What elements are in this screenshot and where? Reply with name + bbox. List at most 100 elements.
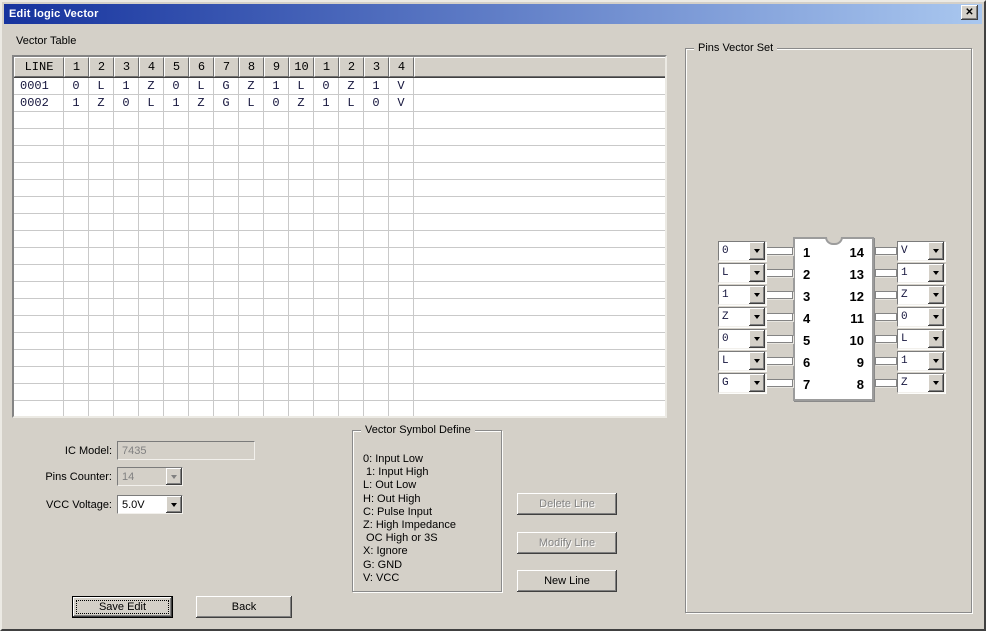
pin-2-dropdown-button[interactable] xyxy=(749,264,765,282)
pin-6-dropdown-button[interactable] xyxy=(749,352,765,370)
chevron-down-icon xyxy=(171,474,177,479)
pin-2-vector-combobox[interactable]: L xyxy=(718,263,766,283)
vector-value-cell xyxy=(264,316,289,332)
vcc-voltage-combobox[interactable]: 5.0V xyxy=(117,495,183,514)
vector-value-cell: L xyxy=(89,78,114,94)
table-row[interactable]: 0002 1 Z 0 L 1 Z G L 0 Z 1 L 0 V xyxy=(14,95,665,112)
pin-13-dropdown-button[interactable] xyxy=(928,264,944,282)
pin-1-vector-combobox[interactable]: 0 xyxy=(718,241,766,261)
save-edit-button[interactable]: Save Edit xyxy=(72,596,173,618)
pin-7-dropdown-button[interactable] xyxy=(749,374,765,392)
pin-4-vector-combobox[interactable]: Z xyxy=(718,307,766,327)
vector-value-cell xyxy=(189,197,214,213)
vector-value-cell xyxy=(189,316,214,332)
line-number-cell xyxy=(14,299,64,315)
pin-14-dropdown-button[interactable] xyxy=(928,242,944,260)
pin-9-dropdown-button[interactable] xyxy=(928,352,944,370)
vector-value-cell: V xyxy=(389,95,414,111)
vector-value-cell xyxy=(314,129,339,145)
pin-number-left: 6 xyxy=(803,355,811,370)
pin-12-vector-value: Z xyxy=(901,289,908,301)
vector-value-cell xyxy=(189,163,214,179)
vector-value-cell xyxy=(64,265,89,281)
vector-value-cell xyxy=(214,180,239,196)
vector-value-cell xyxy=(64,129,89,145)
pin-10-dropdown-button[interactable] xyxy=(928,330,944,348)
vcc-voltage-value: 5.0V xyxy=(122,498,145,511)
pin-8-vector-value: Z xyxy=(901,377,908,389)
pin-8-vector-combobox[interactable]: Z xyxy=(897,373,945,393)
pin-number-left: 1 xyxy=(803,245,811,260)
pin-14-vector-combobox[interactable]: V xyxy=(897,241,945,261)
vector-value-cell xyxy=(389,146,414,162)
pin-5-vector-combobox[interactable]: 0 xyxy=(718,329,766,349)
vector-value-cell xyxy=(364,214,389,230)
vector-table-grid[interactable]: LINE 1 2 3 4 5 6 7 8 9 10 1 2 3 4 0001 0 L 1 Z 0 L G Z 1 L 0 Z 1 V 00… xyxy=(12,55,667,418)
line-number-cell xyxy=(14,214,64,230)
pin-9-vector-combobox[interactable]: 1 xyxy=(897,351,945,371)
vector-value-cell xyxy=(339,282,364,298)
chevron-down-icon xyxy=(933,359,939,363)
table-row xyxy=(14,129,665,146)
vector-value-cell xyxy=(239,248,264,264)
vector-value-cell xyxy=(164,350,189,366)
vector-value-cell xyxy=(314,401,339,416)
vector-value-cell xyxy=(264,367,289,383)
pin-number-right: 14 xyxy=(849,245,864,260)
vector-value-cell xyxy=(264,350,289,366)
pin-4-dropdown-button[interactable] xyxy=(749,308,765,326)
vcc-voltage-dropdown-button[interactable] xyxy=(166,496,182,513)
titlebar[interactable]: Edit logic Vector xyxy=(4,4,982,24)
pin-12-vector-combobox[interactable]: Z xyxy=(897,285,945,305)
vector-value-cell xyxy=(189,333,214,349)
vector-value-cell xyxy=(114,350,139,366)
pin-12-dropdown-button[interactable] xyxy=(928,286,944,304)
vector-value-cell xyxy=(239,163,264,179)
vector-value-cell xyxy=(339,265,364,281)
pin-3-vector-value: 1 xyxy=(722,289,729,301)
vector-value-cell xyxy=(364,248,389,264)
pin-8-dropdown-button[interactable] xyxy=(928,374,944,392)
pin-7-vector-combobox[interactable]: G xyxy=(718,373,766,393)
pin-11-vector-combobox[interactable]: 0 xyxy=(897,307,945,327)
pin-10-vector-combobox[interactable]: L xyxy=(897,329,945,349)
pins-counter-value: 14 xyxy=(122,470,135,483)
vector-value-cell xyxy=(314,265,339,281)
table-row xyxy=(14,350,665,367)
vector-value-cell xyxy=(389,112,414,128)
pin-13-vector-combobox[interactable]: 1 xyxy=(897,263,945,283)
line-number-cell: 0001 xyxy=(14,78,64,94)
table-row xyxy=(14,316,665,333)
column-header-pin-3: 3 xyxy=(114,57,139,77)
close-button[interactable]: ✕ xyxy=(961,5,978,20)
vector-value-cell xyxy=(239,231,264,247)
row-filler-cell xyxy=(414,146,665,162)
vector-value-cell xyxy=(164,333,189,349)
vector-value-cell xyxy=(364,197,389,213)
pin-3-dropdown-button[interactable] xyxy=(749,286,765,304)
vector-value-cell xyxy=(164,146,189,162)
pin-6-vector-combobox[interactable]: L xyxy=(718,351,766,371)
row-filler-cell xyxy=(414,180,665,196)
pin-number-right: 10 xyxy=(849,333,864,348)
edit-logic-vector-dialog: Edit logic Vector ✕ Vector Table LINE 1 2 3… xyxy=(0,0,986,631)
pin-3-vector-combobox[interactable]: 1 xyxy=(718,285,766,305)
pin-11-dropdown-button[interactable] xyxy=(928,308,944,326)
vector-value-cell: 1 xyxy=(264,78,289,94)
vector-value-cell xyxy=(214,214,239,230)
vector-value-cell xyxy=(114,265,139,281)
pin-5-vector-value: 0 xyxy=(722,333,729,345)
vector-value-cell xyxy=(389,282,414,298)
table-row[interactable]: 0001 0 L 1 Z 0 L G Z 1 L 0 Z 1 V xyxy=(14,78,665,95)
vector-value-cell xyxy=(264,333,289,349)
vector-value-cell xyxy=(89,333,114,349)
table-row xyxy=(14,197,665,214)
vector-value-cell: 1 xyxy=(364,78,389,94)
pin-1-dropdown-button[interactable] xyxy=(749,242,765,260)
back-button[interactable]: Back xyxy=(196,596,292,618)
pin-5-dropdown-button[interactable] xyxy=(749,330,765,348)
column-header-pin-6: 6 xyxy=(189,57,214,77)
vector-value-cell xyxy=(264,384,289,400)
vector-value-cell xyxy=(389,401,414,416)
new-line-button[interactable]: New Line xyxy=(517,570,617,592)
